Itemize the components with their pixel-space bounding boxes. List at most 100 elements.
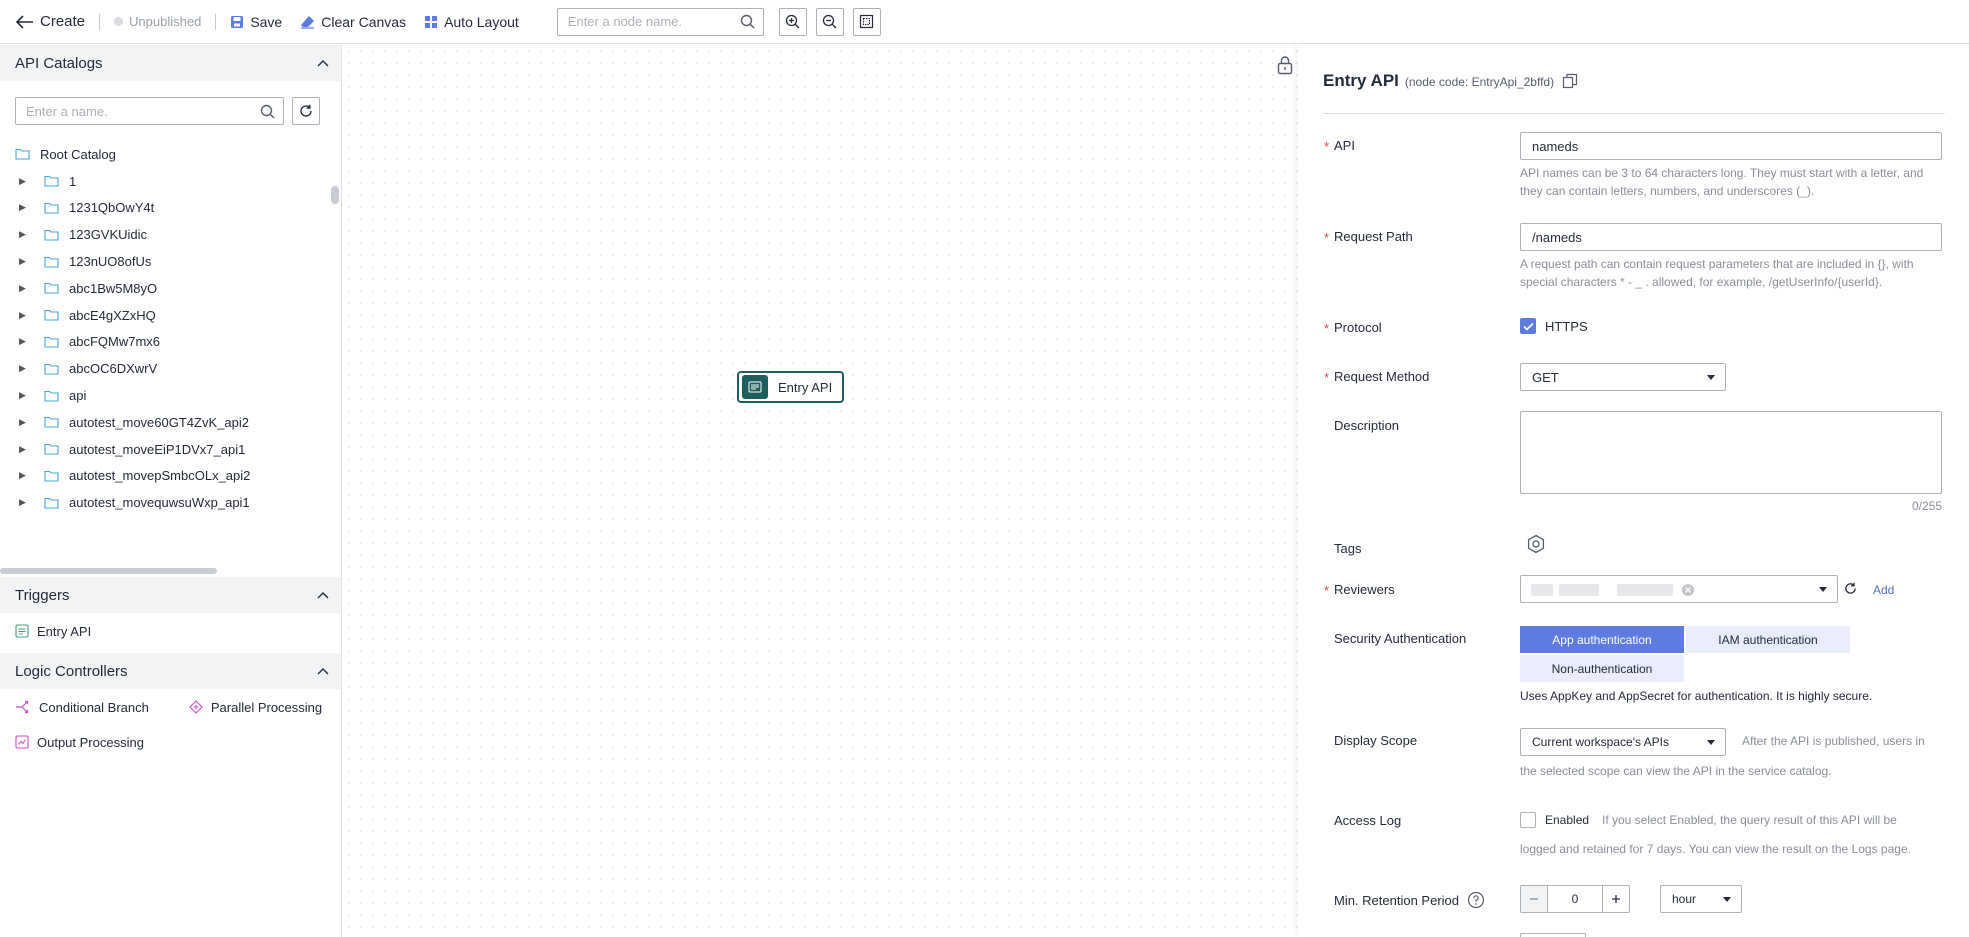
access-log-label-text: Access Log [1334, 813, 1402, 828]
catalog-search-input[interactable]: Enter a name. [15, 97, 284, 125]
decrement-button[interactable] [1521, 886, 1548, 912]
zoom-in-button[interactable] [778, 7, 807, 36]
logic-controllers-header[interactable]: Logic Controllers [0, 653, 341, 689]
help-icon[interactable] [1467, 891, 1485, 909]
tree-item[interactable]: ▶ autotest_move60GT4ZvK_api2 [0, 409, 330, 436]
retention-unit-value: hour [1672, 892, 1697, 906]
folder-icon [44, 497, 59, 509]
tree-item[interactable]: ▶ 1 [0, 168, 330, 195]
triggers-header[interactable]: Triggers [0, 577, 341, 613]
clear-circle-icon[interactable] [1681, 583, 1695, 600]
display-scope-label-text: Display Scope [1334, 733, 1418, 748]
access-log-checkbox[interactable]: Enabled [1520, 812, 1589, 828]
entry-api-node[interactable]: Entry API [737, 371, 844, 403]
chevron-up-icon[interactable] [317, 59, 329, 67]
auth-none-option[interactable]: Non-authentication [1520, 655, 1684, 682]
reviewers-select[interactable] [1520, 575, 1838, 603]
request-path-input[interactable]: /nameds [1520, 223, 1942, 251]
palette-output-processing[interactable]: Output Processing [15, 732, 144, 752]
zoom-out-button[interactable] [815, 7, 844, 36]
https-checkbox[interactable]: HTTPS [1520, 318, 1588, 334]
access-log-enabled-label: Enabled [1545, 813, 1590, 827]
tags-settings-button[interactable] [1526, 534, 1546, 557]
request-method-select[interactable]: GET [1520, 363, 1726, 391]
fit-view-button[interactable] [852, 7, 881, 36]
description-textarea[interactable] [1520, 411, 1942, 494]
caret-right-icon[interactable]: ▶ [19, 470, 27, 481]
caret-right-icon[interactable]: ▶ [19, 310, 27, 321]
tree-item[interactable]: ▶ api [0, 382, 330, 409]
copy-icon[interactable] [1562, 73, 1578, 89]
lock-icon [1277, 56, 1293, 75]
chevron-up-icon[interactable] [317, 667, 329, 675]
left-panel: API Catalogs Enter a name. Root Catalog … [0, 45, 342, 937]
caret-right-icon[interactable]: ▶ [19, 176, 27, 187]
tree-item-label: abcE4gXZxHQ [69, 307, 156, 323]
folder-icon [44, 390, 59, 402]
clear-canvas-button[interactable]: Clear Canvas [300, 14, 406, 30]
node-search-input[interactable]: Enter a node name. [556, 7, 764, 36]
triggers-section: Triggers Entry API [0, 577, 341, 639]
tree-item[interactable]: ▶ autotest_moveEiP1DVx7_api1 [0, 436, 330, 463]
tree-vertical-scrollbar[interactable] [331, 186, 339, 204]
caret-right-icon[interactable]: ▶ [19, 417, 27, 428]
panel-title-text: Entry API [1323, 71, 1399, 90]
folder-icon [15, 148, 30, 160]
panel-divider [1323, 113, 1945, 114]
status-label: Unpublished [129, 14, 202, 29]
add-reviewer-link[interactable]: Add [1873, 583, 1894, 597]
display-scope-select[interactable]: Current workspace's APIs [1520, 728, 1726, 756]
caret-right-icon[interactable]: ▶ [19, 336, 27, 347]
tree-item[interactable]: ▶ abc1Bw5M8yO [0, 275, 330, 302]
tree-item[interactable]: ▶ abcFQMw7mx6 [0, 329, 330, 356]
chevron-up-icon[interactable] [317, 591, 329, 599]
increment-button[interactable] [1602, 886, 1629, 912]
caret-right-icon[interactable]: ▶ [19, 390, 27, 401]
palette-conditional-branch[interactable]: Conditional Branch [15, 697, 149, 717]
api-name-input[interactable]: nameds [1520, 132, 1942, 160]
tree-item[interactable]: ▶ abcOC6DXwrV [0, 355, 330, 382]
protocol-label-text: Protocol [1334, 320, 1382, 335]
tree-item-label: abc1Bw5M8yO [69, 280, 158, 296]
caret-right-icon[interactable]: ▶ [19, 202, 27, 213]
tree-item[interactable]: ▶ abcE4gXZxHQ [0, 302, 330, 329]
folder-icon [44, 256, 59, 268]
auto-layout-button[interactable]: Auto Layout [424, 14, 519, 30]
tree-item[interactable]: ▶ 1231QbOwY4t [0, 195, 330, 222]
caret-right-icon[interactable]: ▶ [19, 256, 27, 267]
tree-item[interactable]: ▶ autotest_movepSmbcOLx_api2 [0, 463, 330, 490]
catalog-refresh-button[interactable] [292, 97, 320, 125]
palette-parallel-processing-label: Parallel Processing [210, 699, 323, 715]
tree-horizontal-scrollbar[interactable] [0, 568, 217, 574]
caret-right-icon[interactable]: ▶ [19, 363, 27, 374]
tree-item[interactable]: ▶ 123nUO8ofUs [0, 248, 330, 275]
back-button[interactable]: Create [16, 13, 85, 30]
caret-right-icon[interactable]: ▶ [19, 229, 27, 240]
folder-icon [44, 443, 59, 455]
retention-value[interactable]: 0 [1548, 886, 1602, 912]
palette-conditional-branch-label: Conditional Branch [39, 699, 149, 715]
auth-app-option[interactable]: App authentication [1520, 626, 1684, 653]
tree-item-label: abcFQMw7mx6 [69, 334, 161, 350]
next-field-partial [1520, 933, 1586, 937]
canvas-lock-button[interactable] [1277, 55, 1293, 78]
caret-right-icon[interactable]: ▶ [19, 444, 27, 455]
palette-parallel-processing[interactable]: Parallel Processing [189, 697, 322, 717]
retention-label-text: Min. Retention Period [1334, 892, 1460, 908]
tree-item[interactable]: ▶ 123GVKUidic [0, 221, 330, 248]
tree-root[interactable]: Root Catalog [0, 141, 330, 168]
reviewers-refresh-button[interactable] [1844, 582, 1857, 598]
save-button[interactable]: Save [230, 14, 282, 30]
caret-right-icon[interactable]: ▶ [19, 497, 27, 508]
tree-item[interactable]: ▶ autotest_movequwsuWxp_api1 [0, 489, 330, 516]
auth-iam-option[interactable]: IAM authentication [1686, 626, 1850, 653]
palette-entry-api[interactable]: Entry API [15, 621, 91, 641]
flow-canvas[interactable]: Entry API [343, 45, 1298, 937]
description-label: Description [1334, 418, 1399, 433]
catalog-search-row: Enter a name. [15, 97, 320, 125]
caret-right-icon[interactable]: ▶ [19, 283, 27, 294]
retention-unit-select[interactable]: hour [1660, 885, 1742, 913]
api-catalogs-header[interactable]: API Catalogs [0, 45, 341, 81]
retention-stepper[interactable]: 0 [1520, 885, 1630, 913]
retention-label: Min. Retention Period [1334, 891, 1485, 909]
